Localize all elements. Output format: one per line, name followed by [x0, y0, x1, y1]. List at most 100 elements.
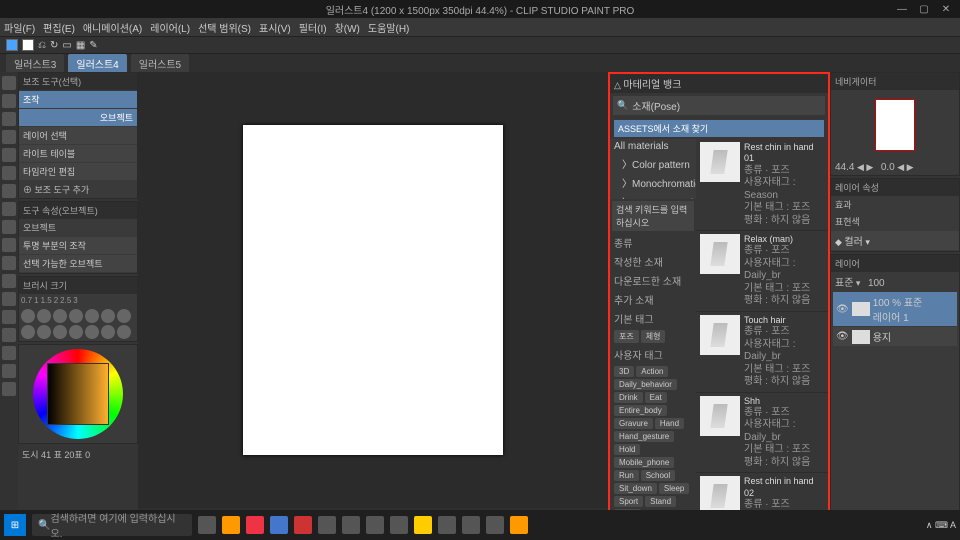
tag[interactable]: School	[641, 470, 675, 481]
layer-row[interactable]: 👁용지	[833, 327, 957, 346]
brush-preset[interactable]	[117, 309, 131, 323]
material-item[interactable]: Touch hair종류 · 포즈사용자태그 : Daily_br기본 태그 :…	[696, 312, 828, 393]
taskbar-app-icon[interactable]	[270, 516, 288, 534]
system-tray[interactable]: ∧ ⌨ A	[926, 520, 956, 531]
tag[interactable]: Eat	[645, 392, 667, 403]
navigator[interactable]	[831, 90, 959, 160]
tag[interactable]: Entire_body	[614, 405, 667, 416]
taskbar-app-icon[interactable]	[222, 516, 240, 534]
tool-icon[interactable]: ✎	[89, 40, 97, 51]
tag[interactable]: Stand	[645, 496, 676, 507]
eyedropper-icon[interactable]	[2, 166, 16, 180]
tag[interactable]: Run	[614, 470, 639, 481]
tree-item[interactable]: 〉Manga material	[610, 192, 696, 199]
tag-row[interactable]: 다운로드한 소재	[610, 271, 696, 290]
blend-icon[interactable]	[2, 274, 16, 288]
taskbar-app-icon[interactable]	[294, 516, 312, 534]
gradient-icon[interactable]	[2, 310, 16, 324]
tag-row[interactable]: 작성한 소재	[610, 252, 696, 271]
taskbar-search[interactable]: 🔍 검색하려면 여기에 입력하십시오.	[32, 514, 192, 536]
layer-row[interactable]: 👁100 % 표준레이어 1	[833, 292, 957, 326]
menu-window[interactable]: 창(W)	[335, 20, 360, 35]
move-icon[interactable]	[2, 94, 16, 108]
taskbar-app-icon[interactable]	[486, 516, 504, 534]
balloon-icon[interactable]	[2, 364, 16, 378]
tool-icon[interactable]: ▦	[76, 40, 85, 51]
add-subtool[interactable]: ⊕ 보조 도구 추가	[19, 181, 137, 198]
figure-icon[interactable]	[2, 328, 16, 342]
brush-preset[interactable]	[53, 309, 67, 323]
opacity[interactable]: 100	[868, 278, 885, 289]
tag[interactable]: Sit_down	[614, 483, 657, 494]
tag-row[interactable]: 추가 소재	[610, 290, 696, 309]
taskbar-app-icon[interactable]	[198, 516, 216, 534]
taskbar-app-icon[interactable]	[462, 516, 480, 534]
eye-icon[interactable]: 👁	[836, 331, 849, 342]
tab-doc[interactable]: 일러스트5	[131, 54, 189, 73]
subtool-row[interactable]: 타임라인 편집	[19, 163, 137, 180]
tag[interactable]: Sleep	[659, 483, 689, 494]
menu-edit[interactable]: 편집(E)	[43, 20, 75, 35]
blend-mode[interactable]: 표준	[835, 278, 853, 289]
wand-icon[interactable]	[2, 148, 16, 162]
brush-preset[interactable]	[37, 325, 51, 339]
keyword-search[interactable]: 검색 키워드를 입력하십시오	[612, 201, 694, 231]
tag[interactable]: Drink	[614, 392, 643, 403]
maximize-icon[interactable]: ▢	[914, 4, 934, 15]
menu-selection[interactable]: 선택 범위(S)	[198, 20, 251, 35]
taskbar-app-icon[interactable]	[366, 516, 384, 534]
brush-preset[interactable]	[101, 309, 115, 323]
taskbar-app-icon[interactable]	[510, 516, 528, 534]
taskbar-app-icon[interactable]	[390, 516, 408, 534]
color-swatch[interactable]	[6, 39, 18, 51]
brush-preset[interactable]	[53, 325, 67, 339]
tag[interactable]: Gravure	[614, 418, 653, 429]
toolprop-row[interactable]: 선택 가능한 오브젝트	[19, 255, 137, 272]
tag[interactable]: Hand	[655, 418, 684, 429]
toolprop-row[interactable]: 투명 부분의 조작	[19, 237, 137, 254]
marquee-icon[interactable]	[2, 112, 16, 126]
subtool-row[interactable]: 라이트 테이블	[19, 145, 137, 162]
tag[interactable]: Action	[636, 366, 668, 377]
color-swatch-bg[interactable]	[22, 39, 34, 51]
brush-preset[interactable]	[117, 325, 131, 339]
brush-preset[interactable]	[37, 309, 51, 323]
color-wheel[interactable]	[33, 349, 123, 439]
eye-icon[interactable]: 👁	[836, 304, 849, 315]
canvas[interactable]	[243, 125, 503, 455]
close-icon[interactable]: ✕	[936, 4, 956, 15]
tag[interactable]: 3D	[614, 366, 634, 377]
material-item[interactable]: Relax (man)종류 · 포즈사용자태그 : Daily_br기본 태그 …	[696, 231, 828, 312]
subtool-row[interactable]: 오브젝트	[19, 109, 137, 126]
tag[interactable]: Hold	[614, 444, 640, 455]
tool-icon[interactable]: ↻	[50, 40, 58, 51]
brush-preset[interactable]	[69, 309, 83, 323]
tool-icon[interactable]: ▭	[62, 40, 71, 51]
menu-file[interactable]: 파일(F)	[4, 20, 35, 35]
tree-item[interactable]: 〉Monochromatic pattern	[610, 173, 696, 192]
taskbar-app-icon[interactable]	[342, 516, 360, 534]
tree-item[interactable]: 〉Color pattern	[610, 154, 696, 173]
canvas-viewport[interactable]	[138, 72, 608, 508]
brush-preset[interactable]	[101, 325, 115, 339]
tag[interactable]: Mobile_phone	[614, 457, 674, 468]
tab-doc[interactable]: 일러스트3	[6, 54, 64, 73]
fill-icon[interactable]	[2, 292, 16, 306]
taskbar-app-icon[interactable]	[246, 516, 264, 534]
subtool-row[interactable]: 레이어 선택	[19, 127, 137, 144]
menu-animation[interactable]: 애니메이션(A)	[83, 20, 142, 35]
brush-icon[interactable]	[2, 202, 16, 216]
subtool-search[interactable]: 조작	[19, 91, 137, 108]
material-search-bar[interactable]: 🔍 소재(Pose)	[613, 96, 825, 115]
ruler-icon[interactable]	[2, 382, 16, 396]
brush-preset[interactable]	[21, 309, 35, 323]
lasso-icon[interactable]	[2, 130, 16, 144]
text-icon[interactable]	[2, 346, 16, 360]
material-item[interactable]: Shh종류 · 포즈사용자태그 : Daily_br기본 태그 : 포즈평화 :…	[696, 393, 828, 474]
menu-help[interactable]: 도움말(H)	[368, 20, 409, 35]
material-item[interactable]: Rest chin in hand 01종류 · 포즈사용자태그 : Seaso…	[696, 139, 828, 231]
brush-preset[interactable]	[21, 325, 35, 339]
brush-preset[interactable]	[85, 325, 99, 339]
tree-item[interactable]: All materials	[610, 139, 696, 154]
brush-preset[interactable]	[69, 325, 83, 339]
